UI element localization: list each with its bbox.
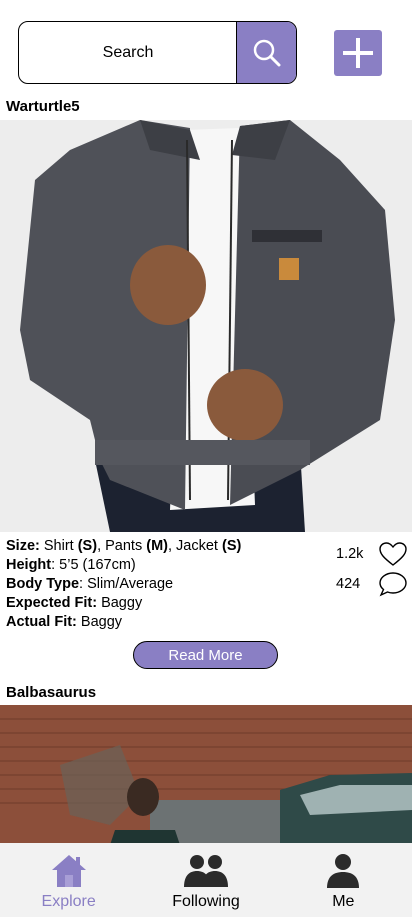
post-stats: 1.2k 424 [336, 539, 408, 599]
jacket-photo [0, 120, 412, 532]
home-icon [51, 855, 86, 887]
plus-icon [343, 38, 373, 68]
post-photo[interactable] [0, 120, 412, 532]
nav-explore-label: Explore [41, 893, 96, 910]
search-icon [253, 39, 280, 66]
nav-me-label: Me [332, 893, 355, 910]
expected-fit-line: Expected Fit: Baggy [6, 594, 326, 613]
size-label: Size: [6, 538, 40, 554]
actual-fit-label: Actual Fit: [6, 614, 77, 630]
size-shirt: (S) [77, 538, 98, 554]
post-username[interactable]: Balbasaurus [6, 684, 96, 701]
comment-icon[interactable] [378, 570, 408, 598]
body-type-label: Body Type [6, 576, 80, 592]
size-pants-word: , Pants [97, 538, 147, 554]
bottom-nav: Explore Following Me [0, 843, 412, 917]
height-label: Height [6, 557, 52, 573]
search-bar[interactable]: Search [18, 21, 297, 84]
brick-wall-photo [0, 705, 412, 845]
like-row: 1.2k [336, 539, 408, 569]
body-type-value: : Slim/Average [79, 576, 174, 592]
expected-fit-value: Baggy [97, 595, 143, 611]
top-bar: Search [0, 0, 412, 96]
size-pants: (M) [146, 538, 168, 554]
nav-explore[interactable]: Explore [0, 843, 137, 917]
size-shirt-word: Shirt [39, 538, 78, 554]
search-input[interactable] [19, 22, 237, 83]
size-line: Size: Shirt (S), Pants (M), Jacket (S) [6, 537, 326, 556]
nav-following-label: Following [172, 893, 240, 910]
add-post-button[interactable] [334, 30, 382, 76]
people-icon [183, 855, 228, 887]
person-icon [327, 854, 360, 888]
actual-fit-value: Baggy [76, 614, 123, 630]
read-more-button[interactable]: Read More [133, 641, 278, 669]
body-type-line: Body Type: Slim/Average [6, 575, 326, 594]
post-username[interactable]: Warturtle5 [6, 98, 80, 115]
like-count: 1.2k [336, 546, 364, 562]
height-line: Height: 5’5 (167cm) [6, 556, 326, 575]
expected-fit-label: Expected Fit: [6, 595, 98, 611]
search-button[interactable] [236, 22, 296, 83]
comment-row: 424 [336, 569, 408, 599]
size-jacket: (S) [221, 538, 242, 554]
post-photo[interactable] [0, 705, 412, 845]
heart-icon[interactable] [378, 541, 408, 567]
nav-following[interactable]: Following [137, 843, 274, 917]
height-value: : 5’5 (167cm) [51, 557, 136, 573]
nav-me[interactable]: Me [275, 843, 412, 917]
actual-fit-line: Actual Fit: Baggy [6, 613, 326, 632]
size-jacket-word: , Jacket [167, 538, 222, 554]
comment-count: 424 [336, 576, 361, 592]
post-details: Size: Shirt (S), Pants (M), Jacket (S) H… [6, 537, 326, 632]
